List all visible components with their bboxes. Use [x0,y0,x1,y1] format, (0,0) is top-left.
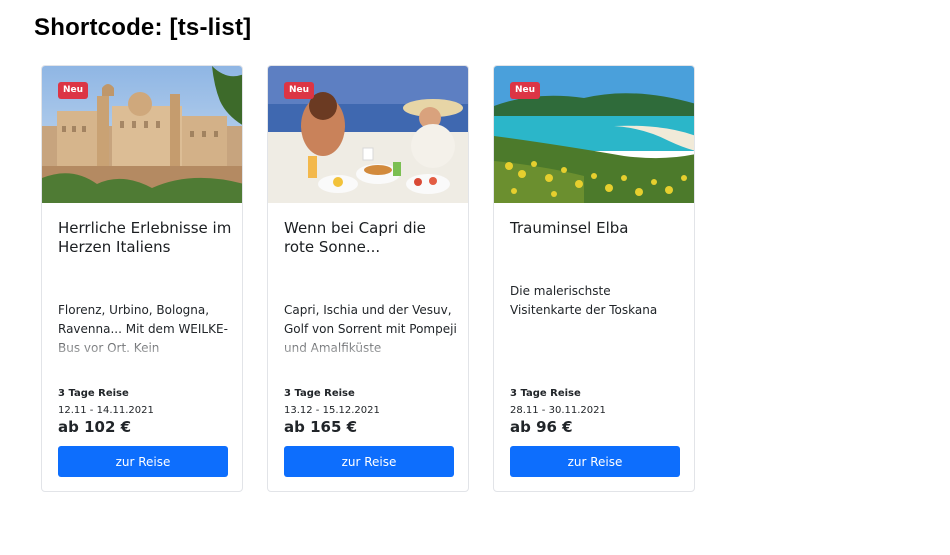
trip-duration: 3 Tage Reise [58,388,129,399]
trip-title[interactable]: Trauminsel Elba [510,219,685,238]
trip-title[interactable]: Herrliche Erlebnisse im Herzen Italiens [58,219,233,257]
trip-price: ab 96 € [510,418,573,436]
trip-dates: 13.12 - 15.12.2021 [284,405,380,416]
trip-description: Die malerischste Visitenkarte der Toskan… [510,284,658,317]
trip-dates: 28.11 - 30.11.2021 [510,405,606,416]
trip-card-list: Neu Herrliche Erlebnisse im Herzen Itali… [41,65,695,492]
trip-title[interactable]: Wenn bei Capri die rote Sonne... [284,219,459,257]
zur-reise-button[interactable]: zur Reise [58,446,228,477]
zur-reise-button[interactable]: zur Reise [510,446,680,477]
trip-card: Neu Herrliche Erlebnisse im Herzen Itali… [41,65,243,492]
trip-description: Florenz, Urbino, Bologna, Ravenna... Mit… [58,303,228,355]
trip-image-elba-beach[interactable]: Neu [494,66,694,203]
page-title: Shortcode: [ts-list] [34,14,252,41]
new-badge: Neu [58,82,89,99]
new-badge: Neu [510,82,541,99]
trip-duration: 3 Tage Reise [510,388,581,399]
trip-price: ab 102 € [58,418,132,436]
new-badge: Neu [284,82,315,99]
trip-image-italy-town[interactable]: Neu [42,66,242,203]
trip-card: Neu Trauminsel Elba Die malerischste Vis… [493,65,695,492]
trip-duration: 3 Tage Reise [284,388,355,399]
trip-price: ab 165 € [284,418,358,436]
zur-reise-button[interactable]: zur Reise [284,446,454,477]
trip-description: Capri, Ischia und der Vesuv, Golf von So… [284,303,457,355]
trip-dates: 12.11 - 14.11.2021 [58,405,154,416]
trip-image-capri-breakfast[interactable]: Neu [268,66,468,203]
trip-card: Neu Wenn bei Capri die rote Sonne... Cap… [267,65,469,492]
